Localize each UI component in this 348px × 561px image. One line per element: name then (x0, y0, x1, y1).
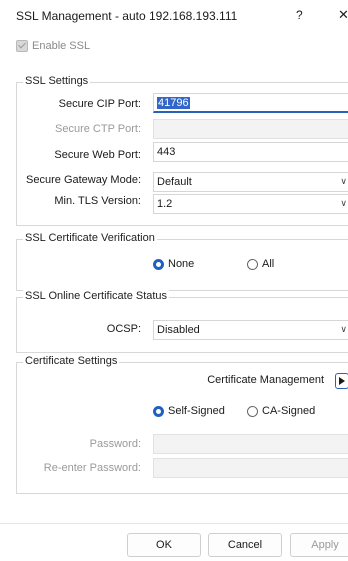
ocsp-label: OCSP: (106, 323, 141, 335)
ocsp-select[interactable]: Disabled ∨ (153, 320, 348, 340)
secure-ctp-port-label: Secure CTP Port: (55, 123, 141, 135)
title-bar: SSL Management - auto 192.168.193.111 ? … (0, 0, 348, 32)
radio-unselected-icon (247, 258, 258, 270)
min-tls-version-value: 1.2 (157, 198, 173, 210)
secure-cip-port-value: 41796 (157, 97, 190, 109)
radio-self-signed-label: Self-Signed (168, 405, 225, 417)
min-tls-version-label: Min. TLS Version: (54, 195, 141, 207)
ssl-online-cert-status-legend: SSL Online Certificate Status (23, 290, 170, 302)
radio-none[interactable]: None (153, 258, 194, 270)
radio-ca-signed-label: CA-Signed (262, 405, 316, 417)
checkbox-checked-icon (16, 40, 28, 52)
secure-web-port-input[interactable]: 443 (153, 142, 348, 162)
enable-ssl-label: Enable SSL (32, 40, 91, 52)
radio-unselected-icon (247, 405, 258, 417)
help-button[interactable]: ? (296, 8, 303, 22)
footer-divider (0, 523, 348, 524)
close-button[interactable]: ✕ (338, 7, 348, 23)
chevron-down-icon: ∨ (340, 198, 347, 208)
enable-ssl-checkbox[interactable]: Enable SSL (16, 40, 90, 52)
radio-all[interactable]: All (247, 258, 274, 270)
secure-web-port-label: Secure Web Port: (54, 149, 141, 161)
ssl-cert-verification-legend: SSL Certificate Verification (23, 232, 157, 244)
radio-all-label: All (262, 258, 275, 270)
radio-none-label: None (168, 258, 195, 270)
apply-button[interactable]: Apply (290, 533, 348, 557)
secure-cip-port-input[interactable]: 41796 (153, 93, 348, 113)
chevron-down-icon: ∨ (340, 176, 347, 186)
ocsp-value: Disabled (157, 324, 200, 336)
radio-ca-signed[interactable]: CA-Signed (247, 405, 315, 417)
reenter-password-label: Re-enter Password: (43, 462, 141, 474)
radio-selected-icon (153, 405, 164, 417)
ssl-settings-legend: SSL Settings (23, 75, 91, 87)
cancel-button[interactable]: Cancel (208, 533, 282, 557)
ok-button[interactable]: OK (127, 533, 201, 557)
chevron-down-icon: ∨ (340, 324, 347, 334)
radio-self-signed[interactable]: Self-Signed (153, 405, 225, 417)
secure-cip-port-label: Secure CIP Port: (58, 98, 141, 110)
password-input[interactable] (153, 434, 348, 454)
radio-selected-icon (153, 258, 164, 270)
secure-ctp-port-input[interactable] (153, 119, 348, 139)
certificate-management-label: Certificate Management (207, 374, 324, 386)
certificate-settings-legend: Certificate Settings (23, 355, 120, 367)
secure-gateway-mode-value: Default (157, 176, 192, 188)
window-title: SSL Management - auto 192.168.193.111 (16, 9, 238, 23)
min-tls-version-select[interactable]: 1.2 ∨ (153, 194, 348, 214)
certificate-management-button[interactable] (335, 373, 348, 389)
secure-web-port-value: 443 (157, 146, 176, 158)
reenter-password-input[interactable] (153, 458, 348, 478)
password-label: Password: (89, 438, 141, 450)
secure-gateway-mode-select[interactable]: Default ∨ (153, 172, 348, 192)
secure-gateway-mode-label: Secure Gateway Mode: (26, 174, 141, 186)
